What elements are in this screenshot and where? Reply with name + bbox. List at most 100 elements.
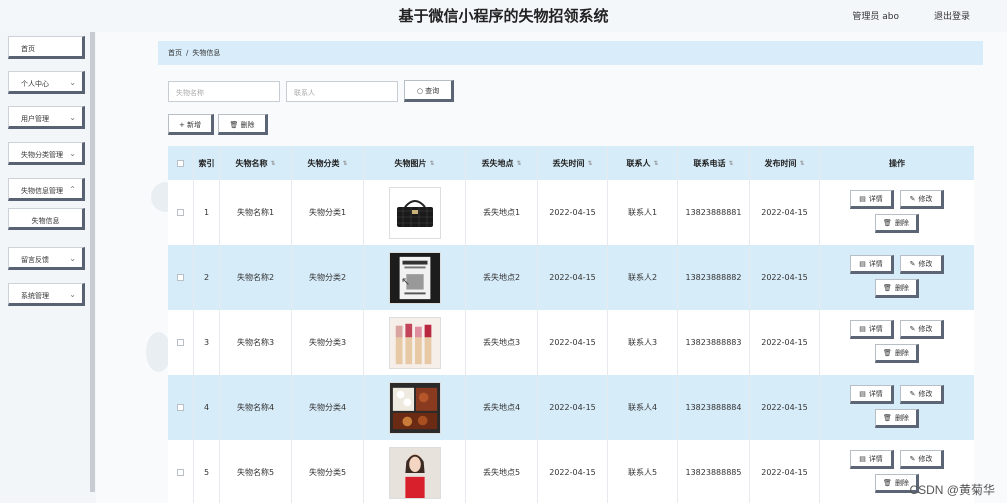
- header-index: 索引: [194, 146, 220, 180]
- breadcrumb-home[interactable]: 首页: [168, 49, 182, 57]
- cell-publish: 2022-04-15: [750, 310, 820, 375]
- detail-button[interactable]: ▤ 详情: [850, 450, 894, 469]
- header-name[interactable]: 失物名称 ⇅: [220, 146, 292, 180]
- handbag-thumbnail[interactable]: [388, 186, 441, 239]
- delete-button[interactable]: 🗑 删除: [875, 214, 919, 233]
- cell-name: 失物名称2: [220, 245, 292, 310]
- delete-button-label: 删除: [894, 284, 909, 292]
- sidebar-item-label: 留言反馈: [21, 256, 49, 264]
- sidebar-item-system-management[interactable]: 系统管理 ⌄: [8, 283, 85, 306]
- cell-name: 失物名称1: [220, 180, 292, 245]
- row-checkbox-cell: [168, 440, 194, 503]
- edit-icon: ✎: [909, 195, 916, 203]
- sidebar-item-home[interactable]: 首页: [8, 36, 85, 59]
- chevron-down-icon: ⌄: [69, 254, 76, 263]
- edit-button-label: 修改: [918, 455, 933, 463]
- table-row: 4 失物名称4 失物分类4 丢失地点4 2022-04-15 联系人4 1382388888…: [168, 375, 974, 440]
- cell-category: 失物分类1: [292, 180, 364, 245]
- header-contact[interactable]: 联系人 ⇅: [608, 146, 678, 180]
- row-checkbox[interactable]: [177, 274, 184, 281]
- detail-button[interactable]: ▤ 详情: [850, 255, 894, 274]
- watermark: CSDN @黄菊华: [909, 483, 995, 497]
- detail-icon: ▤: [859, 390, 866, 398]
- sidebar-item-feedback[interactable]: 留言反馈 ⌄: [8, 247, 85, 270]
- edit-button[interactable]: ✎ 修改: [900, 190, 944, 209]
- edit-button[interactable]: ✎ 修改: [900, 450, 944, 469]
- cell-phone: 13823888882: [678, 245, 750, 310]
- sidebar-scrollbar[interactable]: [90, 32, 95, 492]
- cell-name: 失物名称3: [220, 310, 292, 375]
- edit-button[interactable]: ✎ 修改: [900, 385, 944, 404]
- header-phone[interactable]: 联系电话 ⇅: [678, 146, 750, 180]
- cell-time: 2022-04-15: [538, 375, 608, 440]
- select-all-checkbox[interactable]: [177, 159, 184, 167]
- person-photo-thumbnail[interactable]: [388, 446, 441, 499]
- edit-button-label: 修改: [918, 195, 933, 203]
- food-box-thumbnail[interactable]: [388, 381, 441, 434]
- cell-location: 丢失地点1: [466, 180, 538, 245]
- sidebar-item-category-management[interactable]: 失物分类管理 ⌄: [8, 142, 85, 165]
- sidebar-subitem-lost-info[interactable]: 失物信息: [8, 208, 85, 230]
- cell-ops: ▤ 详情 ✎ 修改 🗑 删除: [820, 375, 974, 440]
- header-ops: 操作: [889, 158, 905, 168]
- cell-category: 失物分类2: [292, 245, 364, 310]
- cell-contact: 联系人2: [608, 245, 678, 310]
- header-category[interactable]: 失物分类 ⇅: [292, 146, 364, 180]
- edit-button[interactable]: ✎ 修改: [900, 320, 944, 339]
- header-location[interactable]: 丢失地点 ⇅: [466, 146, 538, 180]
- sidebar-item-lost-info-management[interactable]: 失物信息管理 ⌃: [8, 178, 85, 201]
- sidebar-item-label: 个人中心: [21, 80, 49, 88]
- sidebar: 首页 个人中心 ⌄ 用户管理 ⌄ 失物分类管理 ⌄ 失物信息管理 ⌃ 失物信息 …: [0, 32, 96, 503]
- row-checkbox[interactable]: [177, 339, 184, 346]
- add-button[interactable]: + 新增: [168, 114, 214, 135]
- cell-time: 2022-04-15: [538, 310, 608, 375]
- detail-button[interactable]: ▤ 详情: [850, 190, 894, 209]
- top-bar: 基于微信小程序的失物招领系统 管理员 abo 退出登录: [0, 0, 1007, 32]
- row-checkbox[interactable]: [177, 404, 184, 411]
- sidebar-item-label: 失物信息管理: [21, 187, 63, 195]
- mouse-cursor-icon: ↖: [401, 275, 411, 288]
- sidebar-item-label: 用户管理: [21, 115, 49, 123]
- cell-publish: 2022-04-15: [750, 440, 820, 503]
- detail-icon: ▤: [859, 195, 866, 203]
- cell-image: [364, 375, 466, 440]
- delete-button[interactable]: 🗑 删除: [875, 344, 919, 363]
- query-button[interactable]: ○ 查询: [404, 80, 454, 102]
- header-publish[interactable]: 发布时间 ⇅: [750, 146, 820, 180]
- cell-ops: ▤ 详情 ✎ 修改 🗑 删除: [820, 180, 974, 245]
- header-time[interactable]: 丢失时间 ⇅: [538, 146, 608, 180]
- chevron-down-icon: ⌄: [69, 78, 76, 87]
- cell-location: 丢失地点3: [466, 310, 538, 375]
- bulk-delete-button[interactable]: 🗑 删除: [218, 114, 268, 135]
- delete-icon: 🗑: [883, 284, 892, 292]
- cell-category: 失物分类5: [292, 440, 364, 503]
- row-checkbox[interactable]: [177, 209, 184, 216]
- sidebar-item-personal-center[interactable]: 个人中心 ⌄: [8, 71, 85, 94]
- cell-category: 失物分类3: [292, 310, 364, 375]
- breadcrumb-separator: /: [186, 49, 189, 57]
- main-content: 首页 / 失物信息 失物名称 联系人 ○ 查询 + 新增 🗑 删除 索引 失物名称 ⇅…: [96, 32, 1007, 503]
- delete-button[interactable]: 🗑 删除: [875, 409, 919, 428]
- row-checkbox[interactable]: [177, 469, 184, 476]
- add-button-label: 新增: [187, 121, 202, 129]
- name-search-input[interactable]: 失物名称: [168, 81, 280, 102]
- detail-button[interactable]: ▤ 详情: [850, 320, 894, 339]
- lipsticks-thumbnail[interactable]: [388, 316, 441, 369]
- delete-button[interactable]: 🗑 删除: [875, 279, 919, 298]
- detail-button[interactable]: ▤ 详情: [850, 385, 894, 404]
- header-image[interactable]: 失物图片 ⇅: [364, 146, 466, 180]
- delete-icon: 🗑: [883, 479, 892, 487]
- cell-phone: 13823888885: [678, 440, 750, 503]
- cell-phone: 13823888883: [678, 310, 750, 375]
- detail-icon: ▤: [859, 455, 866, 463]
- edit-button[interactable]: ✎ 修改: [900, 255, 944, 274]
- sort-icon: ⇅: [653, 159, 659, 167]
- cell-ops: ▤ 详情 ✎ 修改 🗑 删除: [820, 245, 974, 310]
- contact-search-input[interactable]: 联系人: [286, 81, 398, 102]
- book-thumbnail[interactable]: [388, 251, 441, 304]
- cell-publish: 2022-04-15: [750, 180, 820, 245]
- cell-name: 失物名称5: [220, 440, 292, 503]
- logout-link[interactable]: 退出登录: [934, 9, 970, 22]
- sidebar-item-user-management[interactable]: 用户管理 ⌄: [8, 106, 85, 129]
- cell-location: 丢失地点2: [466, 245, 538, 310]
